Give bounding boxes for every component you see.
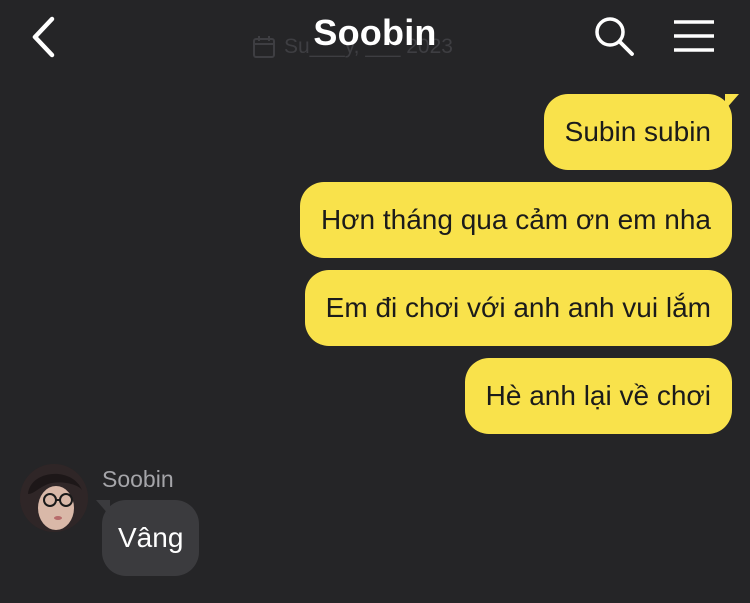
chat-screen: Su___y, ___ 2023 Soobin Subin subin Hơn …: [0, 0, 750, 603]
sender-name: Soobin: [102, 466, 174, 492]
outgoing-message[interactable]: Subin subin: [543, 94, 740, 170]
outgoing-message[interactable]: Hè anh lại về chơi: [464, 358, 732, 434]
outgoing-message[interactable]: Em đi chơi với anh anh vui lắm: [304, 270, 732, 346]
incoming-message[interactable]: Vâng: [95, 500, 200, 576]
chat-title: Soobin: [313, 12, 437, 53]
search-button[interactable]: [592, 14, 636, 58]
outgoing-message[interactable]: Hơn tháng qua cảm ơn em nha: [299, 182, 732, 258]
avatar-photo: [20, 464, 88, 532]
avatar[interactable]: [20, 464, 88, 532]
search-icon: [595, 17, 634, 56]
menu-button[interactable]: [672, 18, 716, 54]
menu-icon: [674, 20, 714, 52]
